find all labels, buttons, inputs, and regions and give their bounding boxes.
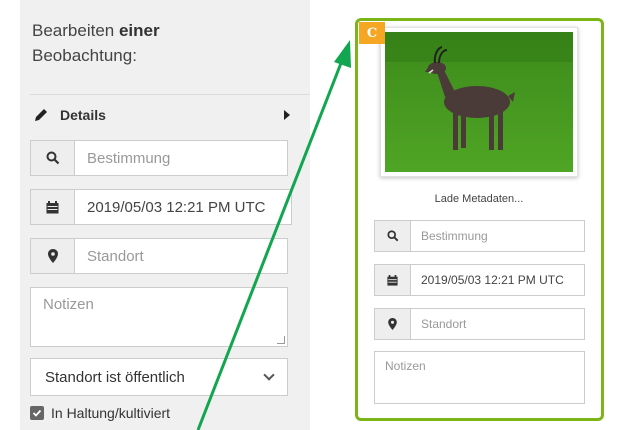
search-icon: [375, 221, 411, 251]
card-notes-textarea[interactable]: Notizen: [374, 351, 585, 404]
details-label: Details: [60, 107, 106, 123]
calendar-icon: [375, 265, 411, 295]
chamois-photo-image: [385, 32, 573, 172]
title-bold: einer: [118, 21, 160, 40]
metadata-status: Lade Metadaten...: [434, 193, 524, 205]
title-line2: Beobachtung:: [32, 46, 137, 65]
caret-right-icon: [284, 110, 290, 120]
visibility-select[interactable]: Standort ist öffentlich: [30, 358, 288, 396]
card-location-input[interactable]: Standort: [411, 309, 584, 339]
calendar-icon: [31, 190, 75, 224]
notes-placeholder: Notizen: [43, 296, 94, 313]
location-input[interactable]: Standort: [75, 239, 287, 273]
details-toggle[interactable]: Details: [32, 104, 290, 126]
divider: [30, 94, 310, 95]
observation-photo[interactable]: [380, 27, 578, 177]
card-date-input[interactable]: 2019/05/03 12:21 PM UTC: [411, 265, 584, 295]
species-input-group[interactable]: Bestimmung: [30, 140, 288, 176]
search-icon: [31, 141, 75, 175]
card-date-input-group[interactable]: 2019/05/03 12:21 PM UTC: [374, 264, 585, 296]
panel-title: Bearbeiten einer Beobachtung:: [32, 18, 160, 68]
notes-textarea[interactable]: Notizen: [30, 287, 288, 347]
title-text: Bearbeiten: [32, 21, 119, 40]
card-species-input-group[interactable]: Bestimmung: [374, 220, 585, 252]
pencil-icon: [35, 109, 47, 121]
chevron-down-icon: [263, 369, 275, 381]
checkmark-icon: [32, 409, 42, 417]
edit-observation-panel: Bearbeiten einer Beobachtung: Details Be…: [20, 0, 310, 430]
map-marker-icon: [31, 239, 75, 273]
resize-grip-icon[interactable]: [277, 336, 285, 344]
species-input[interactable]: Bestimmung: [75, 141, 287, 175]
card-notes-placeholder: Notizen: [385, 359, 426, 373]
card-location-input-group[interactable]: Standort: [374, 308, 585, 340]
card-badge: C: [359, 22, 385, 44]
captive-label: In Haltung/kultiviert: [51, 405, 171, 421]
map-marker-icon: [375, 309, 411, 339]
visibility-select-value: Standort ist öffentlich: [45, 368, 185, 386]
captive-checkbox[interactable]: [30, 406, 44, 420]
location-input-group[interactable]: Standort: [30, 238, 288, 274]
date-input-group[interactable]: 2019/05/03 12:21 PM UTC: [30, 189, 292, 225]
card-species-input[interactable]: Bestimmung: [411, 221, 584, 251]
captive-checkbox-row[interactable]: In Haltung/kultiviert: [30, 405, 170, 421]
date-input[interactable]: 2019/05/03 12:21 PM UTC: [75, 190, 291, 224]
